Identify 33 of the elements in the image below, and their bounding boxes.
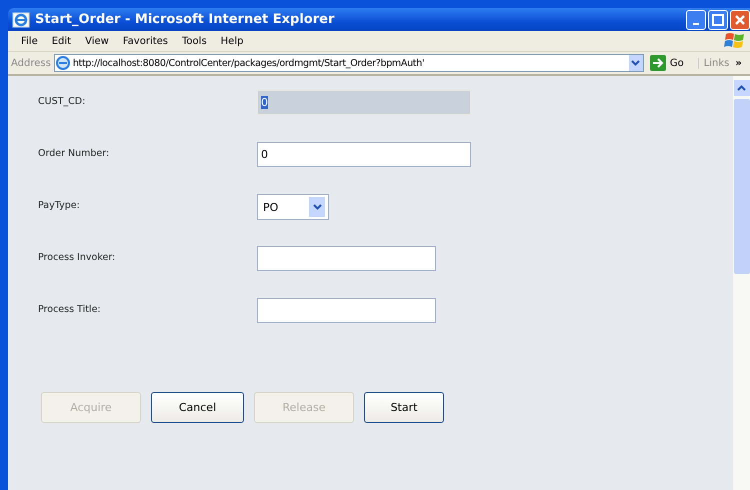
arrow-icon [650, 55, 666, 71]
address-field[interactable]: http://localhost:8080/ControlCenter/packages/ordmgmt/Start_Order?bpmAuth' [54, 54, 644, 72]
maximize-icon [712, 14, 724, 26]
more-chevron[interactable]: » [735, 58, 742, 68]
close-button[interactable] [730, 10, 750, 30]
maximize-button[interactable] [708, 10, 728, 30]
minimize-button[interactable] [686, 10, 706, 30]
close-icon [734, 14, 746, 26]
field-label: Order Number: [38, 147, 110, 159]
minimize-icon [693, 23, 699, 25]
field-label: PayType: [38, 199, 81, 211]
field-label: Process Title: [38, 303, 102, 315]
page-icon [54, 55, 71, 71]
text-field[interactable] [257, 246, 436, 271]
go-button[interactable]: Go [644, 55, 690, 71]
form-button[interactable]: Cancel [151, 392, 244, 423]
field-label: CUST_CD: [38, 95, 86, 107]
menu-item[interactable]: Favorites [116, 36, 176, 46]
menu-item[interactable]: Help [214, 36, 250, 46]
text-field[interactable]: 0 [257, 142, 471, 167]
text-field[interactable] [257, 298, 436, 323]
window-title: Start_Order - Microsoft Internet Explorer [35, 12, 336, 27]
field-label: Process Invoker: [38, 251, 116, 263]
scrollbar[interactable] [733, 76, 750, 490]
menu-item[interactable]: Tools [175, 36, 214, 46]
menu-item[interactable]: Edit [44, 36, 78, 46]
browser-icon [12, 10, 30, 28]
windows-logo-icon [724, 31, 746, 51]
select-dropdown[interactable]: PO [257, 194, 329, 220]
menu-item[interactable]: View [78, 36, 116, 46]
address-label: Address [10, 58, 52, 68]
menu-item[interactable]: File [14, 36, 45, 46]
form-button[interactable]: Start [364, 392, 444, 423]
